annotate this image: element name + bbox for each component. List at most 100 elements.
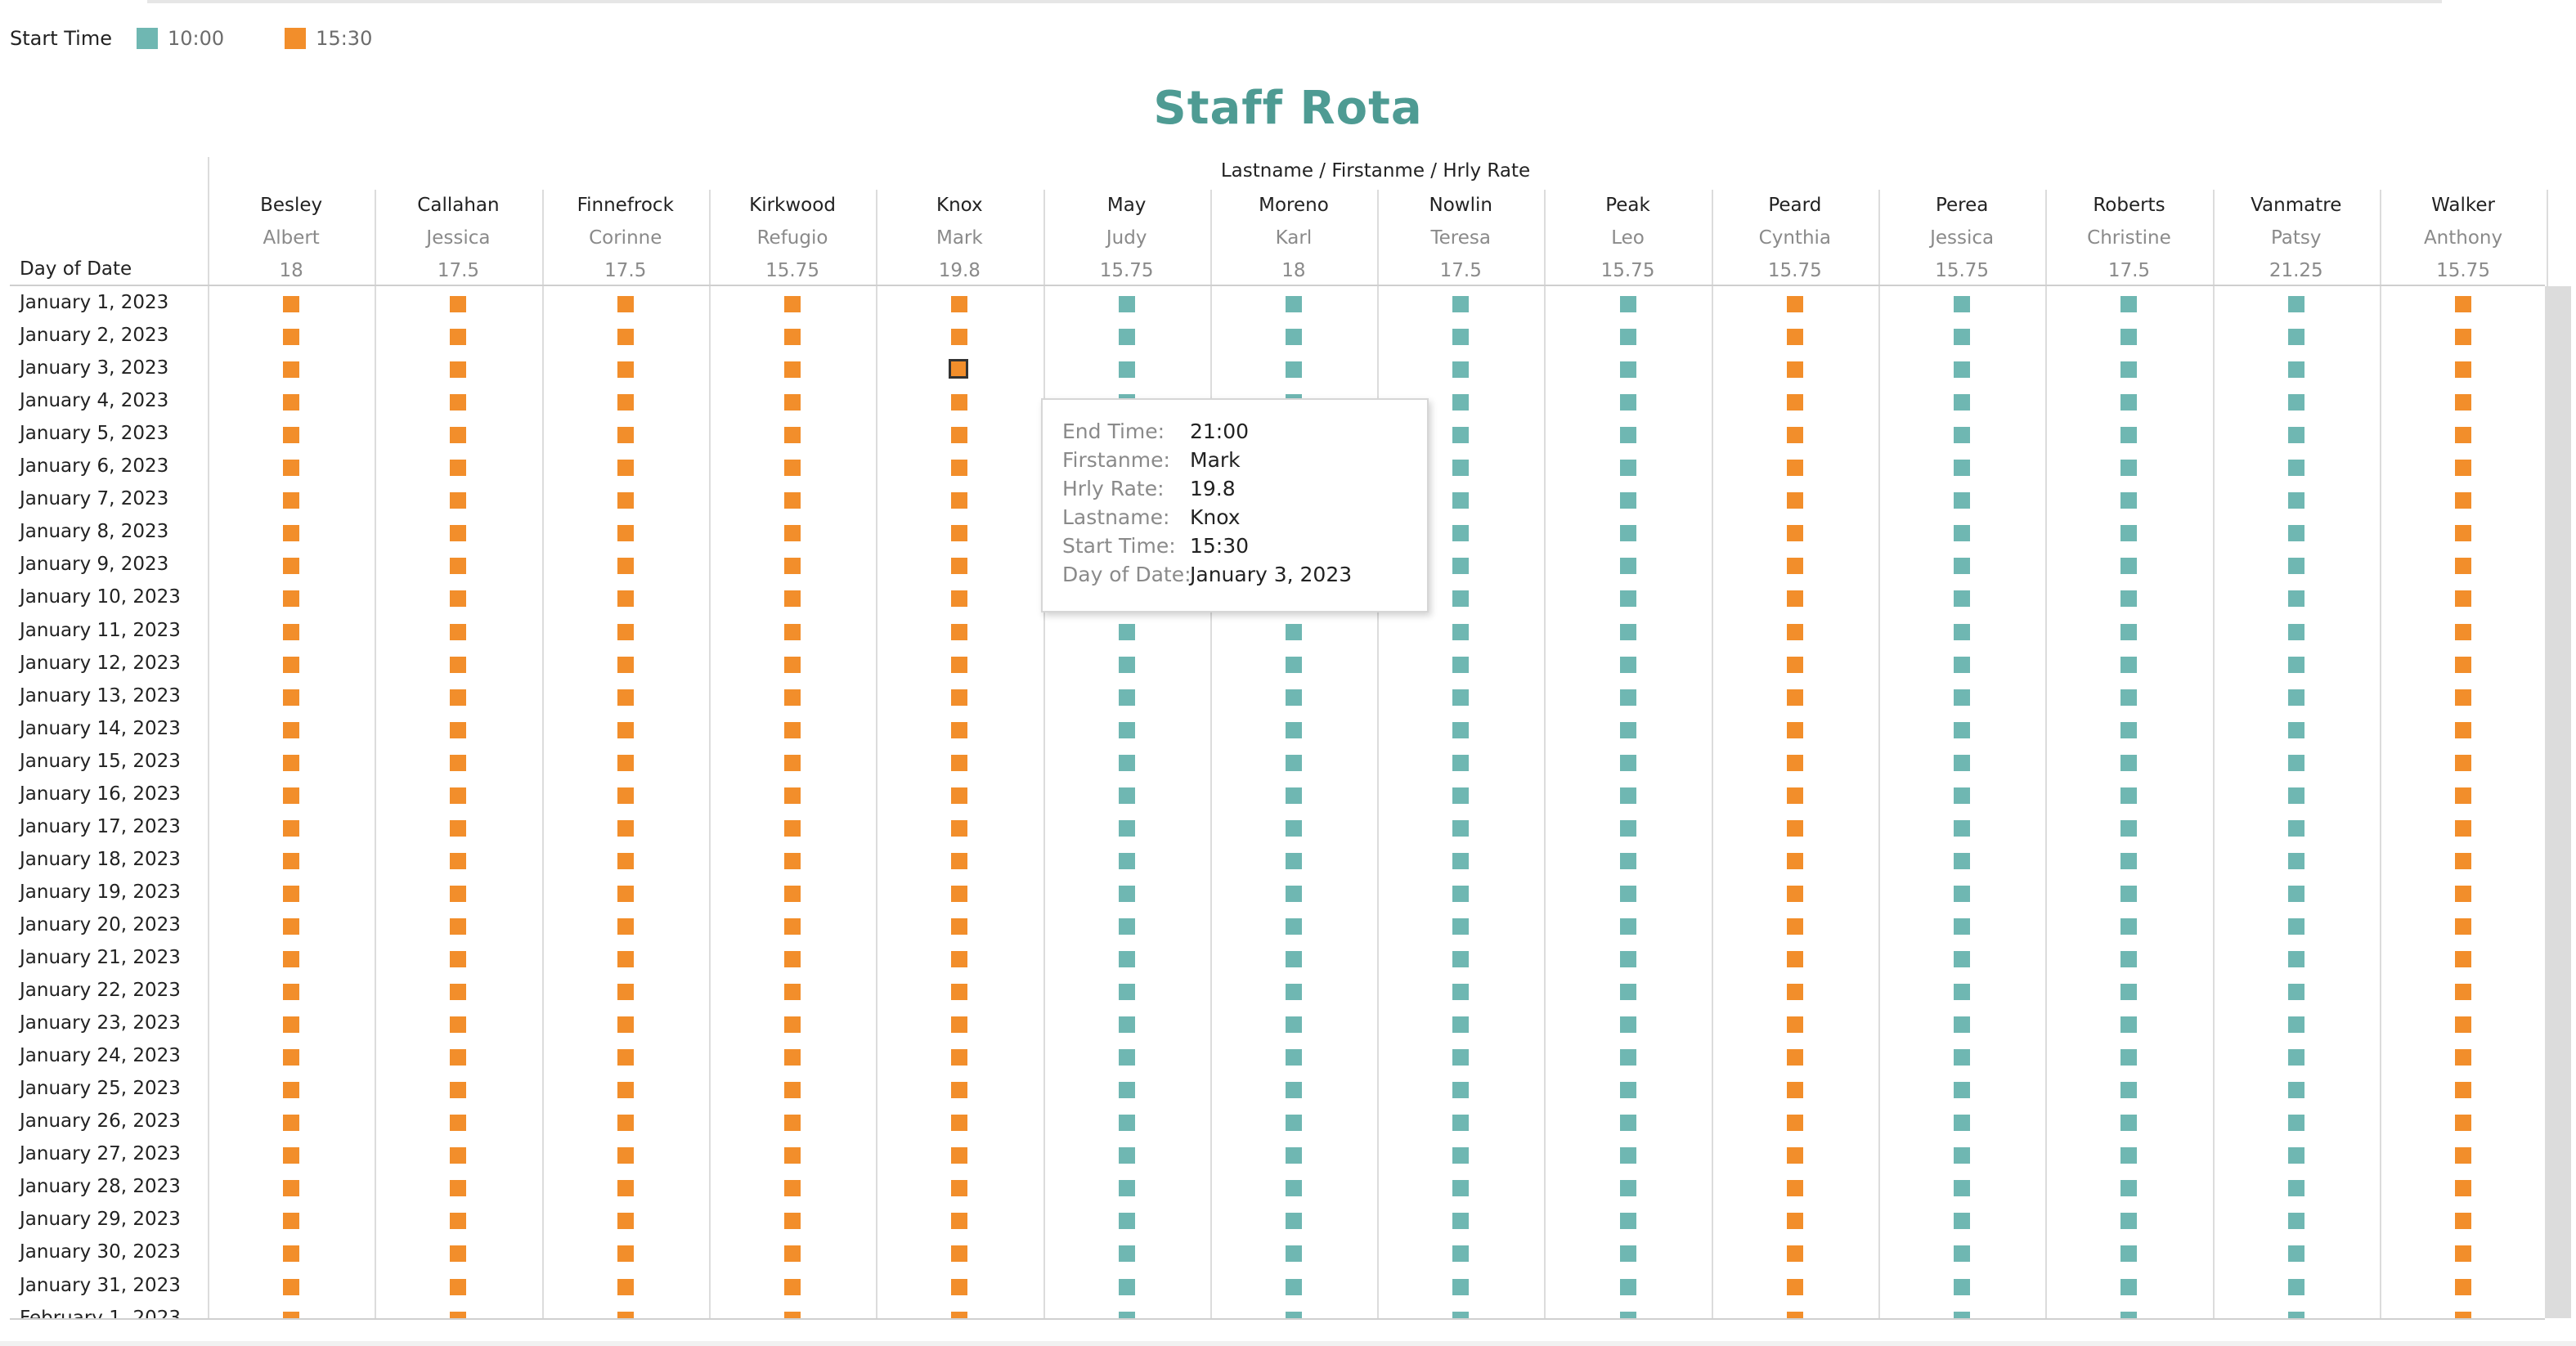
rota-mark[interactable]: [2455, 951, 2472, 968]
rota-mark[interactable]: [1954, 492, 1971, 509]
rota-mark[interactable]: [1619, 1180, 1636, 1197]
rota-mark[interactable]: [1619, 1082, 1636, 1099]
rota-mark[interactable]: [1285, 754, 1302, 771]
rota-mark[interactable]: [2455, 819, 2472, 837]
rota-mark[interactable]: [2120, 656, 2138, 673]
rota-mark[interactable]: [784, 1147, 801, 1164]
rota-mark[interactable]: [283, 721, 300, 738]
rota-mark[interactable]: [1954, 984, 1971, 1001]
rota-mark[interactable]: [1954, 656, 1971, 673]
rota-mark[interactable]: [2120, 1115, 2138, 1132]
rota-mark[interactable]: [1452, 492, 1470, 509]
rota-mark[interactable]: [1619, 1115, 1636, 1132]
rota-mark[interactable]: [1118, 984, 1135, 1001]
rota-mark[interactable]: [450, 1213, 467, 1230]
rota-mark[interactable]: [1285, 656, 1302, 673]
rota-mark[interactable]: [784, 590, 801, 608]
column-header-lastname[interactable]: Moreno: [1210, 195, 1377, 216]
rota-mark[interactable]: [784, 1082, 801, 1099]
rota-mark[interactable]: [2455, 721, 2472, 738]
rota-mark[interactable]: [2455, 525, 2472, 542]
rota-mark[interactable]: [2287, 394, 2304, 411]
rota-mark[interactable]: [1786, 1278, 1803, 1295]
rota-mark[interactable]: [2120, 885, 2138, 902]
rota-mark[interactable]: [1786, 1245, 1803, 1263]
rota-mark[interactable]: [1619, 427, 1636, 444]
rota-mark[interactable]: [951, 1213, 968, 1230]
rota-mark[interactable]: [1285, 361, 1302, 379]
rota-mark[interactable]: [951, 1016, 968, 1034]
rota-mark[interactable]: [1285, 1115, 1302, 1132]
rota-mark[interactable]: [1786, 1082, 1803, 1099]
rota-mark[interactable]: [1786, 394, 1803, 411]
rota-mark[interactable]: [2120, 1245, 2138, 1263]
rota-mark[interactable]: [1954, 721, 1971, 738]
rota-mark[interactable]: [1786, 329, 1803, 346]
rota-mark[interactable]: [1954, 787, 1971, 804]
rota-mark[interactable]: [951, 394, 968, 411]
rota-mark[interactable]: [2287, 689, 2304, 706]
rota-mark[interactable]: [1619, 852, 1636, 869]
rota-mark[interactable]: [617, 492, 634, 509]
rota-mark[interactable]: [1786, 1049, 1803, 1066]
rota-mark[interactable]: [951, 460, 968, 477]
rota-mark[interactable]: [617, 558, 634, 575]
row-label-date[interactable]: January 4, 2023: [20, 390, 168, 411]
rota-mark[interactable]: [2287, 296, 2304, 313]
rota-mark[interactable]: [951, 1180, 968, 1197]
rota-mark[interactable]: [1954, 296, 1971, 313]
rota-mark[interactable]: [1786, 1213, 1803, 1230]
rota-mark[interactable]: [2120, 951, 2138, 968]
rota-mark[interactable]: [951, 296, 968, 313]
rota-mark[interactable]: [1452, 1147, 1470, 1164]
rota-mark[interactable]: [1118, 1082, 1135, 1099]
rota-mark[interactable]: [1954, 852, 1971, 869]
rota-mark[interactable]: [784, 1278, 801, 1295]
rota-mark[interactable]: [2287, 361, 2304, 379]
rota-mark[interactable]: [2120, 689, 2138, 706]
rota-mark[interactable]: [1118, 1115, 1135, 1132]
rota-mark[interactable]: [2120, 754, 2138, 771]
rota-mark[interactable]: [2455, 787, 2472, 804]
column-header-lastname[interactable]: Roberts: [2045, 195, 2212, 216]
rota-mark[interactable]: [450, 1147, 467, 1164]
rota-mark[interactable]: [1452, 460, 1470, 477]
rota-mark[interactable]: [2287, 787, 2304, 804]
rota-mark[interactable]: [450, 492, 467, 509]
rota-mark[interactable]: [1285, 689, 1302, 706]
rota-mark[interactable]: [450, 721, 467, 738]
rota-mark[interactable]: [2455, 656, 2472, 673]
rota-mark[interactable]: [2455, 460, 2472, 477]
rota-mark[interactable]: [784, 394, 801, 411]
rota-mark[interactable]: [1285, 1180, 1302, 1197]
rota-mark[interactable]: [1118, 1180, 1135, 1197]
rota-mark[interactable]: [784, 918, 801, 935]
rota-mark[interactable]: [1118, 1147, 1135, 1164]
rota-mark[interactable]: [1954, 1016, 1971, 1034]
row-label-date[interactable]: February 1, 2023: [20, 1308, 181, 1318]
row-label-date[interactable]: January 24, 2023: [20, 1045, 181, 1066]
rota-mark[interactable]: [2287, 1213, 2304, 1230]
rota-mark[interactable]: [2455, 852, 2472, 869]
rota-mark[interactable]: [1619, 460, 1636, 477]
rota-mark[interactable]: [1118, 754, 1135, 771]
rota-mark[interactable]: [951, 1049, 968, 1066]
rota-mark[interactable]: [617, 1278, 634, 1295]
rota-mark[interactable]: [1619, 296, 1636, 313]
row-label-date[interactable]: January 21, 2023: [20, 947, 181, 968]
rota-mark[interactable]: [283, 329, 300, 346]
rota-mark[interactable]: [1452, 1016, 1470, 1034]
rota-mark[interactable]: [1619, 525, 1636, 542]
rota-mark[interactable]: [617, 787, 634, 804]
rota-mark[interactable]: [784, 852, 801, 869]
rota-mark[interactable]: [1786, 558, 1803, 575]
rota-mark[interactable]: [617, 951, 634, 968]
rota-mark[interactable]: [450, 329, 467, 346]
row-label-date[interactable]: January 13, 2023: [20, 685, 181, 707]
rota-mark[interactable]: [2287, 721, 2304, 738]
rota-mark[interactable]: [1954, 1311, 1971, 1318]
rota-mark[interactable]: [949, 359, 969, 379]
rota-mark[interactable]: [450, 1278, 467, 1295]
rota-mark[interactable]: [2120, 492, 2138, 509]
rota-mark[interactable]: [617, 754, 634, 771]
